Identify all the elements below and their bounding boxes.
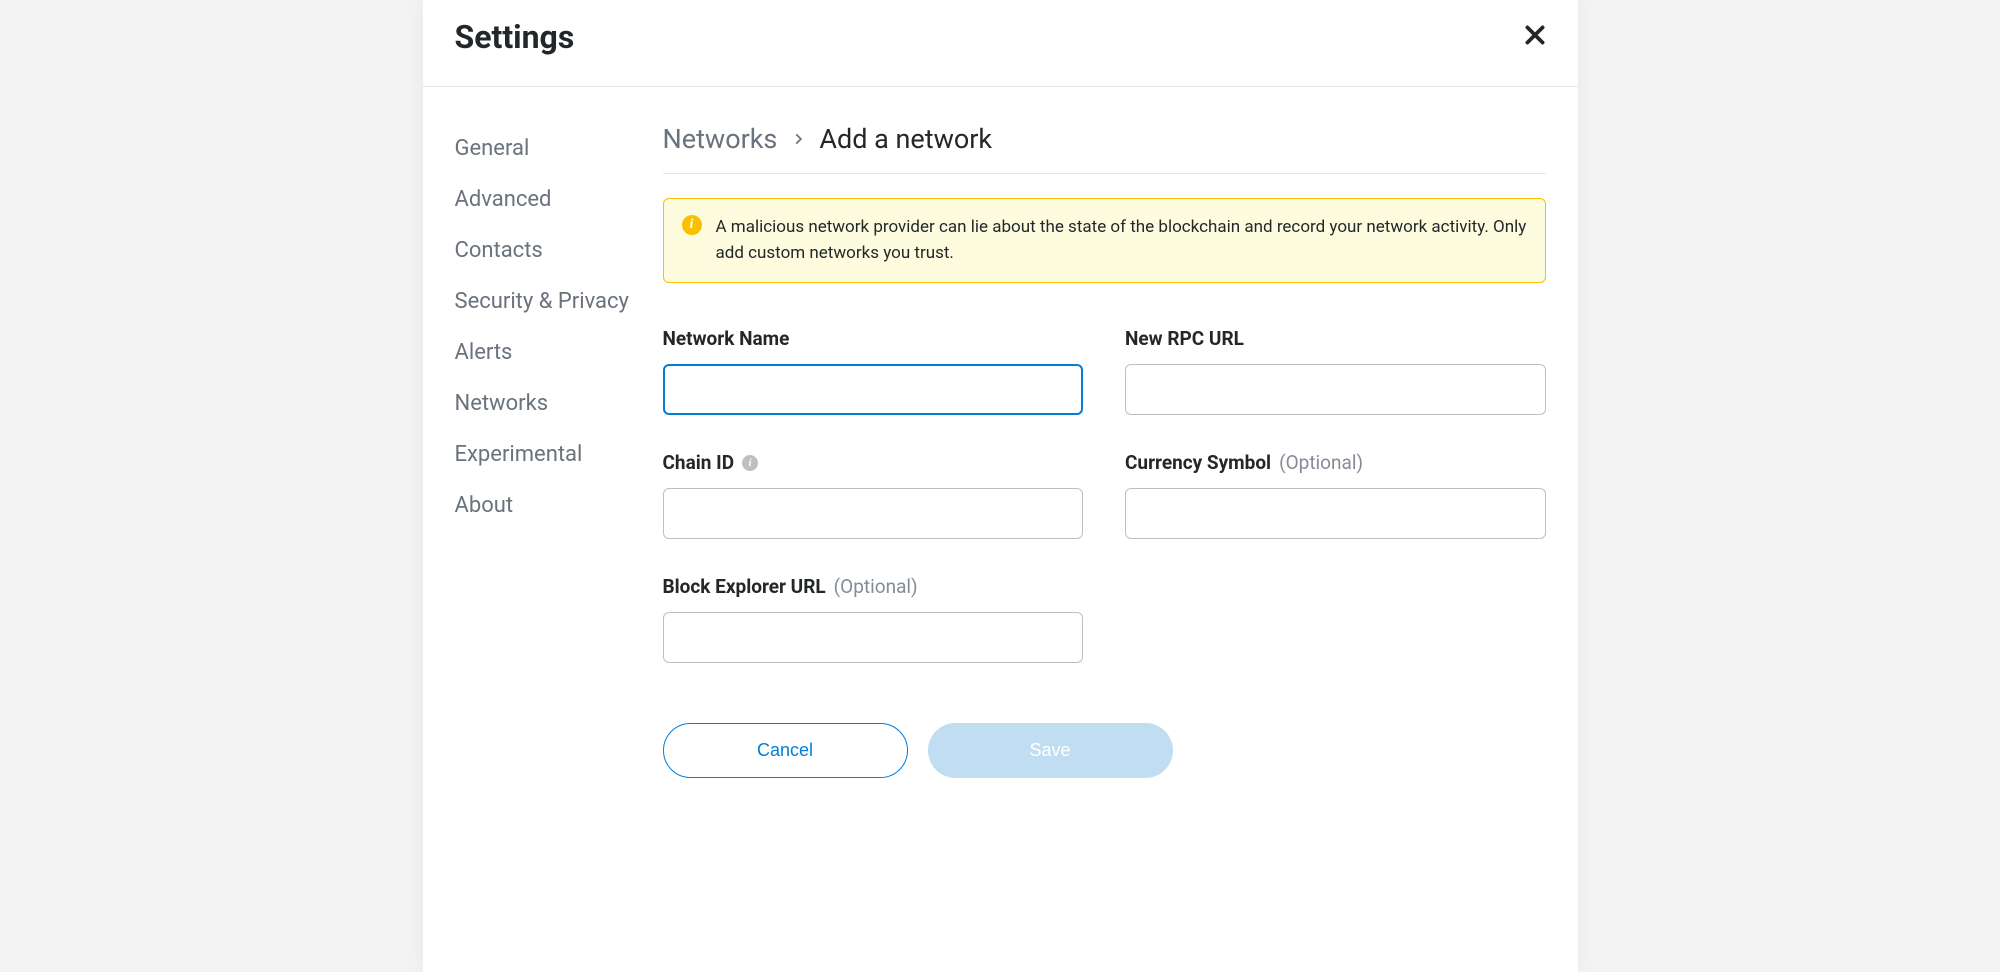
chain-id-input[interactable]: [663, 488, 1084, 539]
label-chain-id: Chain ID: [663, 451, 735, 474]
label-block-explorer-optional: (Optional): [834, 575, 918, 598]
field-group-currency-symbol: Currency Symbol (Optional): [1125, 451, 1546, 539]
cancel-button[interactable]: Cancel: [663, 723, 908, 778]
field-group-block-explorer: Block Explorer URL (Optional): [663, 575, 1084, 663]
info-icon[interactable]: i: [742, 455, 758, 471]
sidebar-item-experimental[interactable]: Experimental: [455, 429, 663, 480]
close-icon[interactable]: [1522, 22, 1548, 52]
main-content: Networks Add a network i A malicious net…: [663, 87, 1578, 972]
breadcrumb: Networks Add a network: [663, 123, 1546, 174]
sidebar-item-alerts[interactable]: Alerts: [455, 327, 663, 378]
warning-icon-wrapper: i: [682, 215, 702, 266]
label-rpc-url: New RPC URL: [1125, 327, 1244, 350]
settings-modal: Settings General Advanced Contacts Secur…: [423, 0, 1578, 972]
sidebar-item-networks[interactable]: Networks: [455, 378, 663, 429]
breadcrumb-parent-link[interactable]: Networks: [663, 123, 778, 155]
modal-header: Settings: [423, 0, 1578, 87]
sidebar-item-contacts[interactable]: Contacts: [455, 225, 663, 276]
field-group-network-name: Network Name: [663, 327, 1084, 415]
block-explorer-input[interactable]: [663, 612, 1084, 663]
warning-banner: i A malicious network provider can lie a…: [663, 198, 1546, 283]
rpc-url-input[interactable]: [1125, 364, 1546, 415]
settings-sidebar: General Advanced Contacts Security & Pri…: [423, 87, 663, 972]
label-currency-symbol: Currency Symbol: [1125, 451, 1271, 474]
sidebar-item-security-privacy[interactable]: Security & Privacy: [455, 276, 663, 327]
currency-symbol-input[interactable]: [1125, 488, 1546, 539]
add-network-form: Network Name New RPC URL Chain: [663, 327, 1546, 778]
label-network-name: Network Name: [663, 327, 790, 350]
label-block-explorer: Block Explorer URL: [663, 575, 826, 598]
modal-body: General Advanced Contacts Security & Pri…: [423, 87, 1578, 972]
save-button[interactable]: Save: [928, 723, 1173, 778]
field-group-rpc-url: New RPC URL: [1125, 327, 1546, 415]
breadcrumb-current: Add a network: [819, 123, 992, 155]
sidebar-item-advanced[interactable]: Advanced: [455, 174, 663, 225]
sidebar-item-about[interactable]: About: [455, 480, 663, 531]
chevron-right-icon: [791, 132, 805, 146]
modal-title: Settings: [455, 18, 575, 56]
label-currency-symbol-optional: (Optional): [1279, 451, 1363, 474]
warning-text: A malicious network provider can lie abo…: [716, 215, 1527, 266]
field-group-chain-id: Chain ID i: [663, 451, 1084, 539]
network-name-input[interactable]: [663, 364, 1084, 415]
form-buttons: Cancel Save: [663, 723, 1546, 778]
info-warning-icon: i: [682, 215, 702, 235]
sidebar-item-general[interactable]: General: [455, 123, 663, 174]
